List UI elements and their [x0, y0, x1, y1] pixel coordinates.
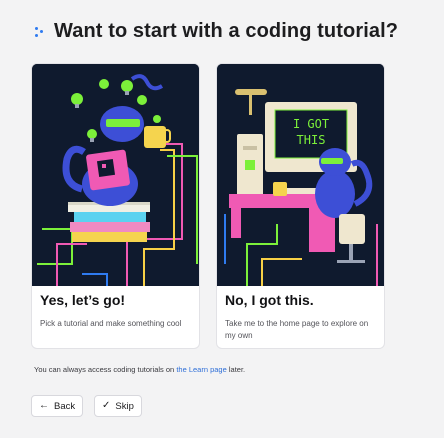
screen-text-line1: I GOT: [293, 117, 329, 131]
tutorial-illustration: [32, 64, 199, 286]
card-description: Pick a tutorial and make something cool: [40, 319, 182, 328]
logo-dots-icon: [34, 25, 46, 39]
header: Want to start with a coding tutorial?: [34, 20, 398, 43]
no-tutorial-illustration: I GOT THIS: [217, 64, 384, 286]
page-title: Want to start with a coding tutorial?: [54, 20, 399, 42]
learn-page-note: You can always access coding tutorials o…: [34, 365, 245, 374]
skip-button[interactable]: ✓ Skip: [94, 395, 142, 417]
card-no-i-got-this[interactable]: I GOT THIS No, I got this. Take me to th…: [216, 63, 385, 349]
card-title: No, I got this.: [225, 292, 314, 308]
check-icon: ✓: [102, 400, 111, 411]
screen-text-line2: THIS: [297, 133, 326, 147]
learn-page-link[interactable]: the Learn page: [176, 365, 226, 374]
note-text-before: You can always access coding tutorials o…: [34, 365, 177, 374]
back-button[interactable]: ← Back: [31, 395, 84, 417]
back-button-label: Back: [54, 400, 76, 412]
arrow-left-icon: ←: [39, 400, 49, 411]
card-yes-lets-go[interactable]: Yes, let’s go! Pick a tutorial and make …: [31, 63, 200, 349]
card-title: Yes, let’s go!: [40, 292, 126, 308]
card-description: Take me to the home page to explore on m…: [225, 319, 369, 340]
skip-button-label: Skip: [115, 400, 134, 412]
note-text-after: later.: [226, 365, 246, 374]
